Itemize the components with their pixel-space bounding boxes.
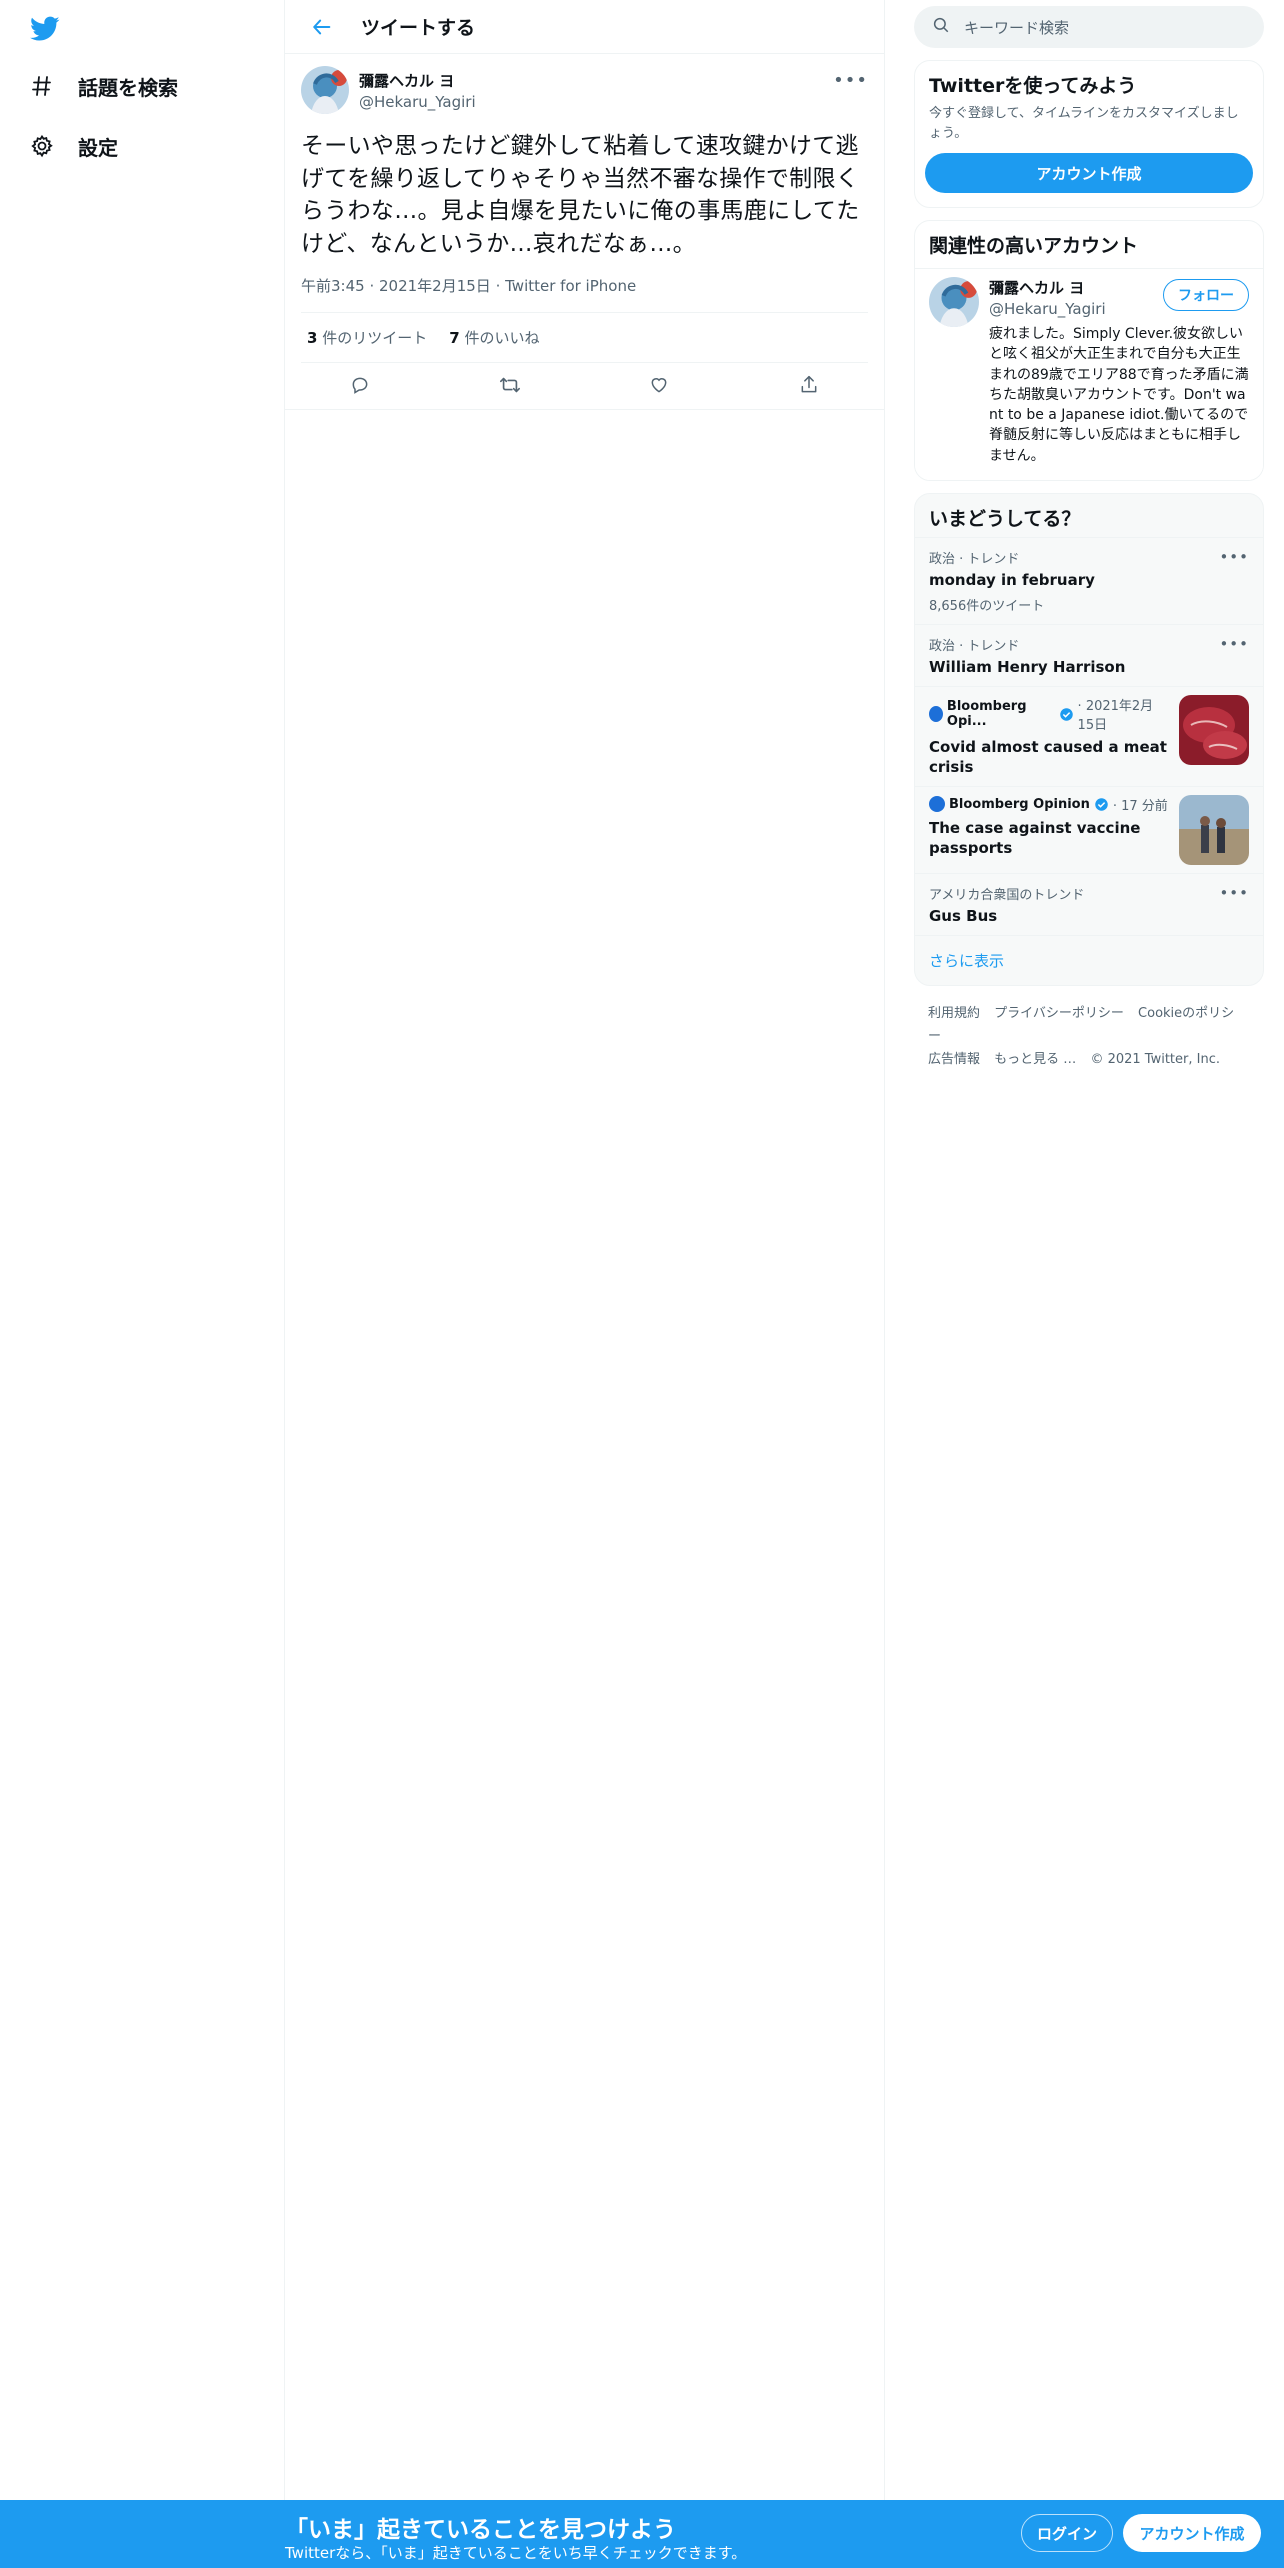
news-time: 2021年2月15日 [1077, 699, 1154, 734]
related-accounts-title: 関連性の高いアカウント [915, 221, 1263, 269]
show-more-link[interactable]: さらに表示 [915, 934, 1263, 985]
author-name[interactable]: 彌露ヘカル ヨ [359, 70, 476, 91]
page-title: ツイートする [361, 17, 476, 39]
tweet-stats: 3 件のリツイート 7 件のいいね [301, 313, 868, 363]
login-button[interactable]: ログイン [1021, 2514, 1113, 2552]
news-title: Covid almost caused a meat crisis [929, 738, 1167, 777]
follow-button[interactable]: フォロー [1163, 279, 1249, 311]
verified-badge-icon [1094, 797, 1109, 812]
trend-context: アメリカ合衆国のトレンド [929, 887, 1085, 903]
tweet-source[interactable]: Twitter for iPhone [505, 277, 636, 295]
trend-context: 政治 · トレンド [929, 639, 1020, 655]
trends-card: いまどうしてる？ 政治 · トレンド monday in february 8,… [914, 493, 1264, 986]
related-account-bio: 疲れました。Simply Clever.彼女欲しいと呟く祖父が大正生まれで自分も… [989, 326, 1249, 464]
more-options-icon[interactable]: ••• [833, 70, 868, 91]
tweet-actions [285, 363, 884, 410]
news-time: 17 分前 [1121, 798, 1168, 814]
nav-explore[interactable]: 話題を検索 [28, 66, 178, 106]
retweet-count[interactable]: 3 件のリツイート [307, 327, 427, 348]
tweet-text: そーいや思ったけど鍵外して粘着して速攻鍵かけて逃げてを繰り返してりゃそりゃ当然不… [301, 133, 860, 257]
news-item[interactable]: Bloomberg Opi... · 2021年2月15日 Covid almo… [915, 686, 1263, 786]
related-account-item[interactable]: 彌露ヘカル ヨ @Hekaru_Yagiri 疲れました。Simply Clev… [915, 269, 1263, 481]
more-options-icon[interactable]: ••• [1219, 884, 1249, 902]
more-options-icon[interactable]: ••• [1219, 635, 1249, 653]
hashtag-icon [28, 72, 56, 100]
search-icon [932, 16, 950, 38]
main-column: ツイートする 彌露ヘカル ヨ @Hekaru_Yagiri ••• そーいや思っ… [285, 0, 885, 2500]
trend-item[interactable]: アメリカ合衆国のトレンド Gus Bus ••• [915, 872, 1263, 935]
trend-item[interactable]: 政治 · トレンド William Henry Harrison ••• [915, 624, 1263, 686]
copyright: © 2021 Twitter, Inc. [1090, 1052, 1220, 1068]
signup-banner: 「いま」起きていることを見つけよう Twitterなら、「いま」起きていることを… [0, 2500, 1284, 2568]
news-thumbnail-meat [1179, 695, 1249, 766]
footer-links: 利用規約 プライバシーポリシー Cookieのポリシー 広告情報 もっと見る …… [914, 986, 1264, 1088]
verified-badge-icon [1059, 707, 1074, 722]
retweet-icon[interactable] [498, 373, 522, 397]
signup-card-title: Twitterを使ってみよう [929, 75, 1137, 97]
page-header: ツイートする [285, 0, 884, 54]
author-handle[interactable]: @Hekaru_Yagiri [359, 93, 476, 111]
like-count[interactable]: 7 件のいいね [449, 327, 539, 348]
nav-settings[interactable]: 設定 [28, 126, 118, 166]
create-account-button[interactable]: アカウント作成 [925, 153, 1253, 193]
reply-icon[interactable] [348, 373, 372, 397]
news-source: Bloomberg Opi... [946, 699, 1027, 730]
trend-name: monday in february [929, 571, 1095, 590]
news-source: Bloomberg Opinion [949, 796, 1090, 812]
twitter-logo-icon[interactable] [28, 12, 62, 46]
footer-link-privacy[interactable]: プライバシーポリシー [994, 1006, 1124, 1021]
nav-explore-label: 話題を検索 [78, 75, 178, 100]
trend-count: 8,656件のツイート [929, 599, 1045, 615]
trends-title: いまどうしてる？ [929, 508, 1081, 531]
like-heart-icon[interactable] [647, 373, 671, 397]
trend-name: William Henry Harrison [929, 658, 1126, 677]
tweet-author: 彌露ヘカル ヨ @Hekaru_Yagiri ••• [301, 66, 868, 114]
avatar[interactable] [929, 277, 979, 327]
footer-link-ads[interactable]: 広告情報 [928, 1052, 980, 1067]
footer-link-terms[interactable]: 利用規約 [928, 1006, 980, 1021]
signup-card: Twitterを使ってみよう 今すぐ登録して、タイムラインをカスタマイズしましょ… [914, 60, 1264, 208]
banner-title: 「いま」起きていることを見つけよう [285, 2517, 676, 2543]
more-options-icon[interactable]: ••• [1219, 548, 1249, 566]
banner-subtitle: Twitterなら、「いま」起きていることをいち早くチェックできます。 [285, 2544, 747, 2562]
back-arrow-icon[interactable] [305, 10, 339, 44]
bloomberg-logo-icon [929, 706, 943, 723]
right-sidebar: キーワード検索 Twitterを使ってみよう 今すぐ登録して、タイムラインをカス… [914, 0, 1264, 1088]
search-input[interactable]: キーワード検索 [914, 6, 1264, 48]
news-item[interactable]: Bloomberg Opinion · 17 分前 The case again… [915, 785, 1263, 873]
left-navigation: 話題を検索 設定 [0, 0, 285, 2500]
tweet-timestamp: 午前3:45 · 2021年2月15日 · Twitter for iPhone [301, 275, 868, 313]
avatar[interactable] [301, 66, 349, 114]
signup-button[interactable]: アカウント作成 [1123, 2514, 1261, 2552]
news-thumbnail-people [1179, 794, 1249, 865]
search-placeholder: キーワード検索 [964, 18, 1070, 37]
gear-icon [28, 132, 56, 160]
nav-settings-label: 設定 [78, 135, 118, 160]
trend-context: 政治 · トレンド [929, 552, 1020, 568]
footer-link-more[interactable]: もっと見る … [994, 1052, 1076, 1067]
tweet-time[interactable]: 午前3:45 [301, 277, 365, 295]
related-accounts-card: 関連性の高いアカウント 彌露ヘカル ヨ @Hekaru_Yagiri 疲れました… [914, 220, 1264, 482]
trend-name: Gus Bus [929, 906, 998, 925]
signup-card-description: 今すぐ登録して、タイムラインをカスタマイズしましょう。 [929, 106, 1239, 141]
news-title: The case against vaccine passports [929, 818, 1141, 857]
trend-item[interactable]: 政治 · トレンド monday in february 8,656件のツイート… [915, 537, 1263, 624]
share-icon[interactable] [797, 373, 821, 397]
tweet: 彌露ヘカル ヨ @Hekaru_Yagiri ••• そーいや思ったけど鍵外して… [285, 54, 884, 410]
bloomberg-logo-icon [929, 796, 945, 813]
tweet-date[interactable]: 2021年2月15日 [379, 277, 491, 295]
